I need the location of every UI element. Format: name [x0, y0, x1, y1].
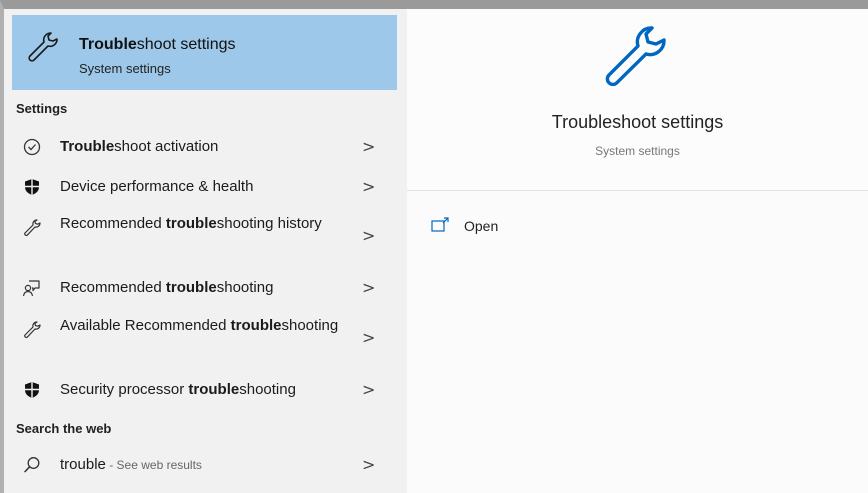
preview-pane: Troubleshoot settings System settings Op… — [407, 9, 868, 493]
section-web-header: Search the web — [16, 421, 112, 436]
result-troubleshoot-activation[interactable]: Troubleshoot activation > — [12, 133, 397, 163]
wrench-icon — [28, 32, 58, 62]
chevron-right-icon[interactable]: > — [362, 278, 375, 297]
open-window-icon — [431, 217, 449, 232]
preview-title: Troubleshoot settings — [551, 112, 724, 132]
wrench-icon — [24, 321, 41, 339]
result-device-performance[interactable]: Device performance & health > — [12, 173, 397, 203]
chevron-right-icon[interactable]: > — [362, 137, 375, 156]
shield-icon — [25, 179, 39, 195]
open-action[interactable]: Open — [427, 213, 627, 241]
web-result-label: trouble - See web results — [60, 456, 202, 473]
shield-icon — [25, 382, 39, 398]
wrench-icon — [24, 219, 41, 237]
web-search-result[interactable]: trouble - See web results > — [12, 451, 397, 481]
result-label: Troubleshoot activation — [60, 138, 219, 155]
result-label: Security processor troubleshooting — [60, 381, 296, 398]
chevron-right-icon[interactable]: > — [362, 455, 375, 474]
chevron-right-icon[interactable]: > — [362, 226, 375, 245]
best-match-result[interactable]: Troubleshoot settings System settings — [12, 15, 397, 90]
chevron-right-icon[interactable]: > — [362, 380, 375, 399]
result-available-recommended-troubleshooting[interactable]: Available Recommended troubleshooting > — [12, 314, 397, 366]
result-label: Available Recommended troubleshooting — [60, 317, 339, 334]
result-label: Recommended troubleshooting — [60, 279, 274, 296]
preview-header: Troubleshoot settings System settings — [407, 9, 868, 191]
preview-subtitle: System settings — [595, 144, 680, 158]
search-icon — [24, 457, 40, 473]
result-label: Recommended troubleshooting history — [60, 215, 322, 232]
chevron-right-icon[interactable]: > — [362, 177, 375, 196]
chat-person-icon — [22, 280, 40, 297]
result-label: Device performance & health — [60, 178, 254, 195]
best-match-subtitle: System settings — [79, 61, 171, 76]
wrench-icon — [605, 26, 666, 87]
result-recommended-troubleshooting-history[interactable]: Recommended troubleshooting history > — [12, 212, 397, 264]
chevron-right-icon[interactable]: > — [362, 328, 375, 347]
section-settings-header: Settings — [16, 101, 68, 116]
result-security-processor-troubleshooting[interactable]: Security processor troubleshooting > — [12, 376, 397, 406]
best-match-title: Troubleshoot settings — [79, 36, 236, 53]
result-recommended-troubleshooting[interactable]: Recommended troubleshooting > — [12, 274, 397, 304]
check-circle-icon — [23, 138, 41, 156]
open-label: Open — [464, 218, 499, 234]
results-pane: Troubleshoot settings System settings Se… — [4, 9, 407, 493]
